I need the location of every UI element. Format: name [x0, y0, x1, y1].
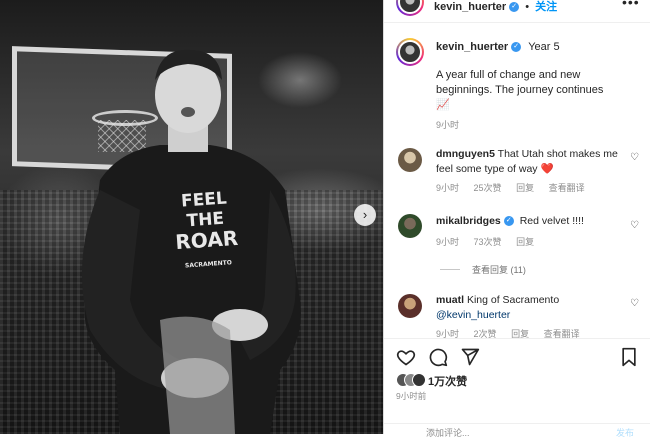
likes-count[interactable]: 1万次赞 — [428, 373, 467, 389]
caption-body: A year full of change and new beginnings… — [436, 68, 636, 113]
comment-time: 9小时 — [436, 237, 460, 247]
post-photo[interactable]: FEEL THE ROAR SACRAMENTO › — [0, 0, 383, 434]
follow-button[interactable]: 关注 — [535, 1, 557, 13]
reply-button[interactable]: 回复 — [516, 237, 534, 247]
comment-text: muatl King of Sacramento @kevin_huerter — [436, 293, 626, 323]
comment-text: dmnguyen5 That Utah shot makes me feel s… — [436, 147, 626, 177]
caption-title: Year 5 — [528, 41, 560, 53]
posted-time: 9小时前 — [396, 391, 427, 401]
caption-time: 9小时 — [436, 120, 460, 130]
replies-divider — [440, 269, 460, 270]
comment-text: mikalbridges ✓ Red velvet !!!! — [436, 214, 626, 229]
avatar[interactable] — [396, 38, 424, 66]
chevron-right-icon[interactable]: › — [354, 204, 376, 226]
red-heart-emoji: ❤️ — [540, 163, 554, 175]
comment-likes[interactable]: 25次赞 — [474, 183, 502, 193]
comment-time: 9小时 — [436, 183, 460, 193]
bookmark-icon[interactable] — [620, 347, 638, 367]
avatar[interactable] — [398, 214, 422, 238]
comment-username[interactable]: mikalbridges — [436, 215, 501, 227]
reply-button[interactable]: 回复 — [516, 183, 534, 193]
heart-outline-icon[interactable]: ♡ — [630, 220, 639, 231]
header-username[interactable]: kevin_huerter ✓ • 关注 — [434, 0, 557, 14]
send-paper-plane-icon[interactable] — [460, 347, 480, 367]
comment-body: King of Sacramento — [466, 294, 560, 306]
shirt-text: FEEL THE ROAR SACRAMENTO — [163, 187, 248, 271]
more-dots-icon[interactable]: ••• — [622, 0, 640, 10]
translate-button[interactable]: 查看翻译 — [549, 183, 585, 193]
caption-emoji: 📈 — [436, 99, 450, 111]
verified-badge-icon: ✓ — [509, 2, 520, 13]
comment-likes[interactable]: 73次赞 — [474, 237, 502, 247]
mention-link[interactable]: @kevin_huerter — [436, 309, 510, 321]
verified-badge-icon: ✓ — [511, 42, 522, 53]
header-username-text[interactable]: kevin_huerter — [434, 1, 506, 13]
comment-username[interactable]: muatl — [436, 294, 464, 306]
comment-bubble-icon[interactable] — [428, 347, 448, 367]
caption-text: A year full of change and new beginnings… — [436, 69, 604, 96]
comment-username[interactable]: dmnguyen5 — [436, 148, 495, 160]
shirt-text-line2: ROAR — [174, 225, 239, 255]
avatar — [412, 373, 426, 387]
view-replies-button[interactable]: 查看回复 (11) — [472, 263, 526, 276]
avatar[interactable] — [396, 0, 424, 16]
avatar[interactable] — [398, 294, 422, 318]
heart-outline-icon[interactable]: ♡ — [630, 298, 639, 309]
add-comment-input[interactable]: 添加评论... — [426, 426, 470, 439]
verified-badge-icon: ✓ — [503, 216, 514, 227]
caption-username: kevin_huerter ✓ Year 5 — [436, 41, 560, 53]
comment-body: Red velvet !!!! — [519, 215, 584, 227]
heart-outline-icon[interactable] — [396, 347, 416, 367]
post-comment-button[interactable]: 发布 — [616, 426, 634, 439]
post-header: kevin_huerter ✓ • 关注 ••• — [384, 0, 650, 23]
heart-outline-icon[interactable]: ♡ — [630, 152, 639, 163]
caption-username-text[interactable]: kevin_huerter — [436, 41, 508, 53]
comment-meta: 9小时 25次赞 回复 查看翻译 — [436, 181, 597, 194]
post-sidebar: kevin_huerter ✓ • 关注 ••• kevin_huerter ✓ Y… — [383, 0, 650, 438]
action-bar: 1万次赞 9小时前 — [384, 338, 650, 435]
comment-meta: 9小时 73次赞 回复 — [436, 235, 546, 248]
avatar[interactable] — [398, 148, 422, 172]
add-comment-bar: 添加评论... 发布 — [384, 423, 650, 438]
